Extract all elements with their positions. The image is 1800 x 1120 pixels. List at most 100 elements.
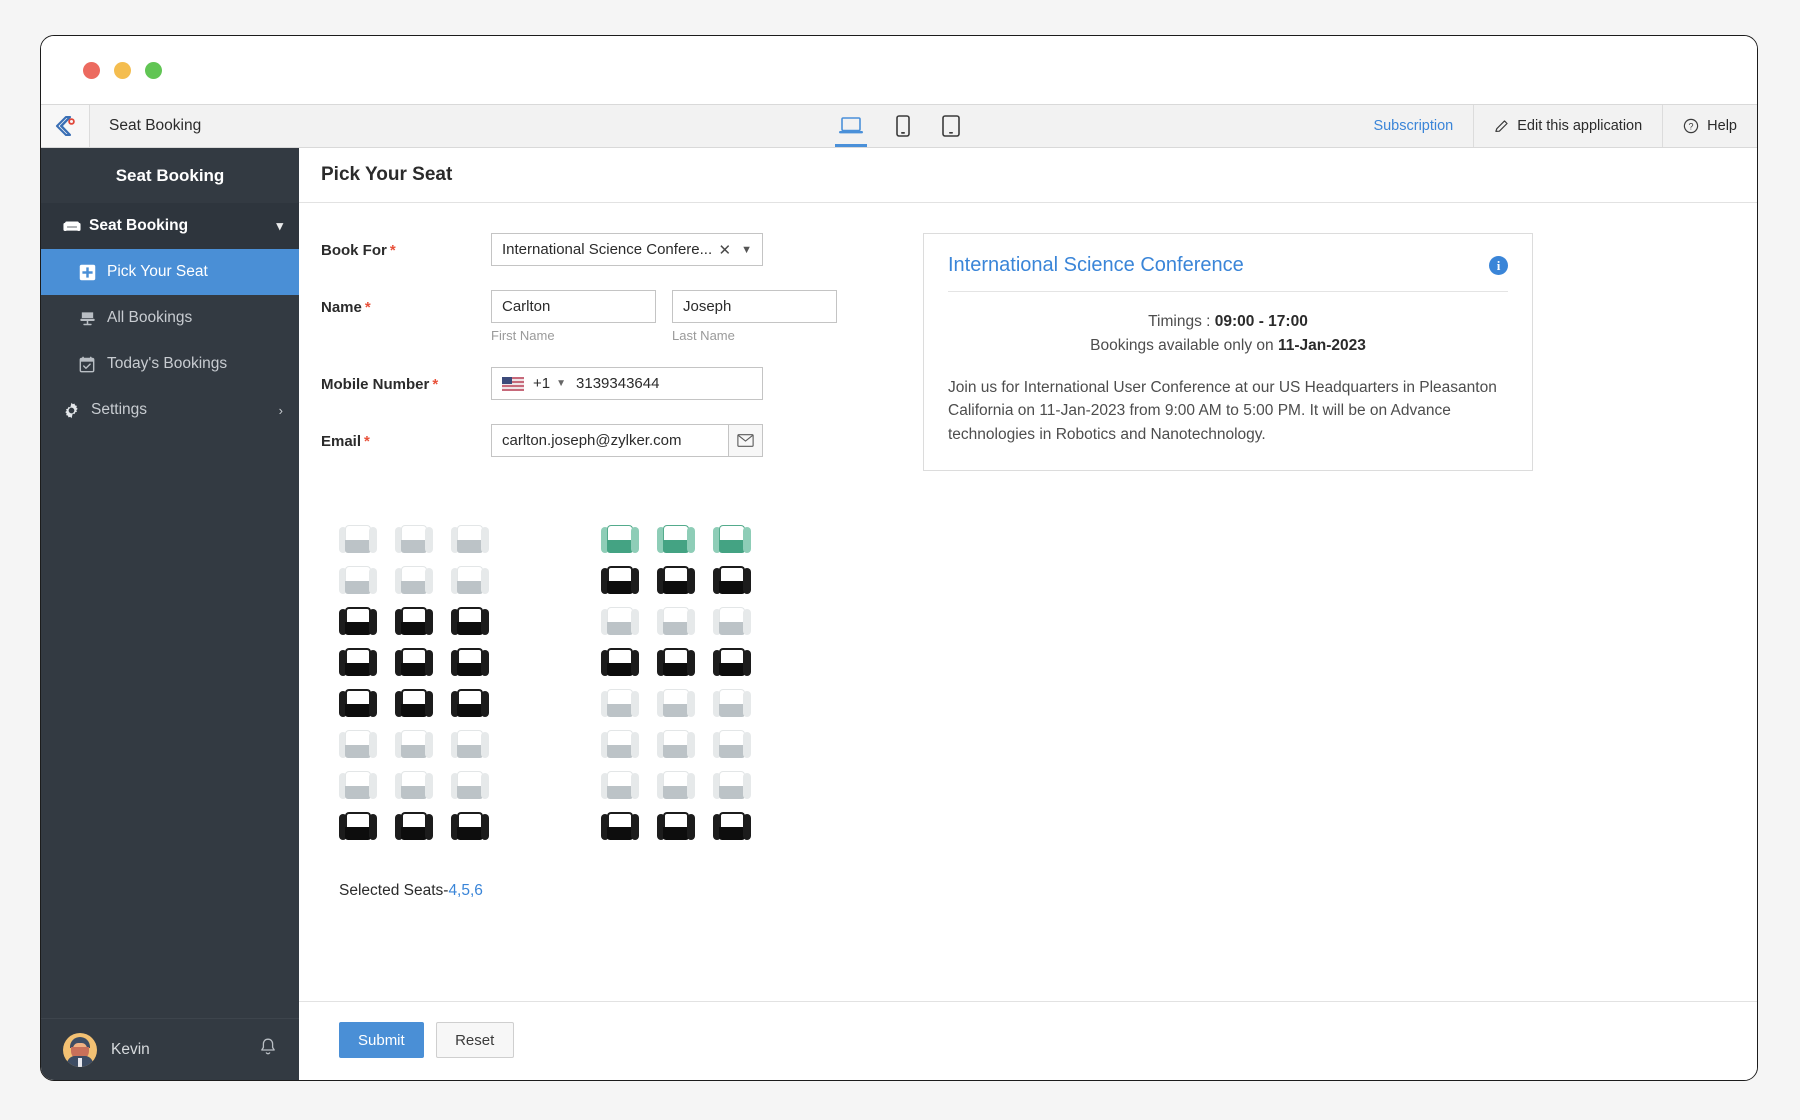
seat[interactable] [601,525,639,553]
sidebar-group-seat-booking[interactable]: Seat Booking ▾ [41,203,299,249]
seat[interactable] [657,730,695,758]
seat[interactable] [657,812,695,840]
seat[interactable] [713,812,751,840]
book-for-select[interactable]: International Science Confere... ✕ ▼ [491,233,763,266]
seat[interactable] [451,730,489,758]
avatar[interactable] [63,1032,97,1067]
field-row-book-for: Book For * International Science Confere.… [321,233,881,266]
subscription-link[interactable]: Subscription [1353,105,1473,147]
seat[interactable] [713,771,751,799]
calendar-check-icon [79,356,107,373]
seat[interactable] [339,607,377,635]
mobile-number-value: 3139343644 [576,375,660,392]
edit-application-button[interactable]: Edit this application [1473,105,1662,147]
seat[interactable] [451,607,489,635]
zoho-creator-logo-icon [55,115,75,137]
seat[interactable] [395,730,433,758]
sidebar-item-all-bookings[interactable]: All Bookings [41,295,299,341]
availability-label: Bookings available only on [1090,337,1274,355]
seat[interactable] [339,730,377,758]
seat[interactable] [713,607,751,635]
availability-date: 11-Jan-2023 [1277,337,1366,355]
seat[interactable] [395,525,433,553]
seat[interactable] [657,771,695,799]
seat[interactable] [601,607,639,635]
device-tablet-button[interactable] [939,105,963,147]
app-logo[interactable] [41,105,90,147]
name-label: Name * [321,290,491,316]
send-email-button[interactable] [728,424,763,457]
seat[interactable] [339,648,377,676]
seat[interactable] [395,607,433,635]
seat[interactable] [601,566,639,594]
bell-icon[interactable] [259,1037,277,1062]
seat[interactable] [395,566,433,594]
seat[interactable] [657,566,695,594]
seat[interactable] [713,566,751,594]
reset-button[interactable]: Reset [435,1022,514,1058]
seat[interactable] [713,648,751,676]
sidebar-item-label: All Bookings [107,309,193,326]
info-icon[interactable]: i [1489,256,1508,275]
country-code: +1 [533,375,551,392]
seat[interactable] [601,812,639,840]
seat[interactable] [601,689,639,717]
seat[interactable] [601,771,639,799]
last-name-input[interactable]: Joseph [672,290,837,323]
seat[interactable] [657,607,695,635]
mobile-number-input[interactable]: +1 ▼ 3139343644 [491,367,763,400]
seat[interactable] [339,566,377,594]
submit-button[interactable]: Submit [339,1022,424,1058]
window-close-button[interactable] [83,61,100,79]
window-minimize-button[interactable] [114,61,131,79]
close-icon[interactable]: ✕ [719,241,732,259]
seat[interactable] [451,648,489,676]
sidebar-item-label: Today's Bookings [107,355,228,372]
seat[interactable] [657,648,695,676]
device-mobile-button[interactable] [893,105,913,147]
seat[interactable] [713,525,751,553]
seat[interactable] [451,689,489,717]
svg-text:?: ? [1689,122,1694,132]
seat[interactable] [339,771,377,799]
seat[interactable] [657,689,695,717]
seat[interactable] [395,771,433,799]
plus-square-icon [79,264,107,281]
sidebar-item-label: Settings [91,401,148,418]
seat[interactable] [451,771,489,799]
first-name-wrapper: Carlton First Name [491,290,656,343]
device-laptop-button[interactable] [835,105,867,147]
seat[interactable] [601,648,639,676]
first-name-input[interactable]: Carlton [491,290,656,323]
seat[interactable] [451,812,489,840]
seat[interactable] [339,689,377,717]
seat[interactable] [339,812,377,840]
last-name-sublabel: Last Name [672,328,735,343]
last-name-wrapper: Joseph Last Name [672,290,837,343]
seat[interactable] [713,730,751,758]
help-button[interactable]: ? Help [1662,105,1757,147]
sidebar-item-pick-your-seat[interactable]: Pick Your Seat [41,249,299,295]
seat-map [321,525,1735,840]
sidebar-item-settings[interactable]: Settings › [41,387,299,433]
seat[interactable] [395,689,433,717]
window-maximize-button[interactable] [145,61,162,79]
seat-icon [63,219,89,234]
seat[interactable] [657,525,695,553]
seat[interactable] [451,525,489,553]
seat[interactable] [395,648,433,676]
seat[interactable] [451,566,489,594]
sidebar-item-todays-bookings[interactable]: Today's Bookings [41,341,299,387]
required-marker: * [364,299,371,316]
seat[interactable] [713,689,751,717]
chevron-down-icon[interactable]: ▼ [556,378,566,389]
window-titlebar [41,36,1757,104]
seat[interactable] [601,730,639,758]
event-title: International Science Conference [948,254,1244,276]
seat[interactable] [339,525,377,553]
email-field[interactable]: carlton.joseph@zylker.com [491,424,728,457]
first-name-sublabel: First Name [491,328,555,343]
chair-icon [79,310,107,327]
seat[interactable] [395,812,433,840]
